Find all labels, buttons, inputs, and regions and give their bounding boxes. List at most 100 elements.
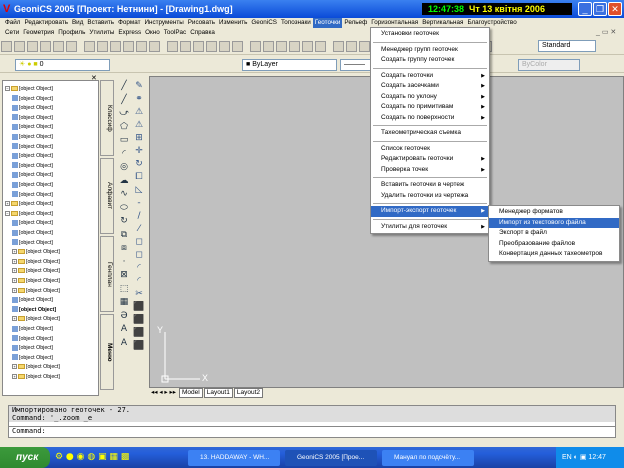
toolbar-button-icon[interactable] [333,41,344,52]
menu-1[interactable]: Редактировать [22,18,70,28]
modify-tool-icon[interactable]: ◻ [133,249,145,261]
modify-tool-icon[interactable]: ⬛ [133,314,145,326]
tree-item[interactable]: [object Object] [12,335,53,345]
menu-item[interactable]: Установки геоточек [371,29,489,40]
menu2-6[interactable]: ToolPac [162,28,188,38]
project-tree-panel[interactable]: − [object Object] [object Object] [object O… [2,80,99,396]
draw-tool-icon[interactable]: ⤻ [118,107,130,119]
tree-item[interactable]: + [object Object] [12,258,60,268]
task-winamp[interactable]: 13. HADDAWAY - WH... [188,450,280,466]
toolbar-button-icon[interactable] [167,41,178,52]
toolbar-button-icon[interactable] [149,41,160,52]
draw-tool-icon[interactable]: A [118,337,130,349]
menu-7[interactable]: Изменить [217,18,249,28]
close-button[interactable]: ✕ [608,2,622,16]
tab-1[interactable]: Алфавит [100,158,114,234]
toolbar-button-icon[interactable] [180,41,191,52]
menu-6[interactable]: Рисовать [186,18,217,28]
draw-tool-icon[interactable]: ☁ [118,175,130,187]
menu-item[interactable]: Создать по уклону ▶ [371,92,489,103]
tree-item[interactable]: + [object Object] [12,373,60,383]
modify-tool-icon[interactable]: ◺ [133,184,145,196]
quick-launch-icons[interactable]: ⚙ ● ◉ ◍ ▣ ▦ ▩ [55,452,129,462]
tree-item[interactable]: + [object Object] [12,277,60,287]
language-indicator[interactable]: EN [562,454,572,461]
start-button[interactable]: пуск [0,447,50,468]
menu-item[interactable]: Экспорт в файл [489,228,619,239]
draw-tool-icon[interactable]: ↻ [118,215,130,227]
menu-item[interactable]: Импорт-экспорт геоточек ▶ [371,206,489,217]
modify-tool-icon[interactable]: ✛ [133,145,145,157]
menu-item[interactable]: Создать по примитивам ▶ [371,102,489,113]
tree-item[interactable]: + [object Object] [5,200,53,210]
menu-item[interactable]: Преобразование файлов [489,239,619,250]
expand-toggle-icon[interactable]: − [5,86,10,92]
expand-toggle-icon[interactable]: + [12,249,17,255]
toolbar-button-icon[interactable] [193,41,204,52]
layer-select[interactable]: ☀ ● ■ 0 [15,59,110,71]
menu2-7[interactable]: Справка [188,28,217,38]
modify-tool-icon[interactable]: ◻ [133,236,145,248]
menu2-3[interactable]: Утилиты [87,28,116,38]
menu2-1[interactable]: Геометрия [21,28,56,38]
draw-tool-icon[interactable]: ⬭ [118,202,130,214]
doc-window-controls[interactable]: _ ▭ ✕ [596,28,616,36]
toolbar-button-icon[interactable] [53,41,64,52]
expand-toggle-icon[interactable]: + [12,316,17,322]
expand-toggle-icon[interactable]: + [5,201,10,207]
toolbar-button-icon[interactable] [110,41,121,52]
modify-tool-icon[interactable]: ↻ [133,158,145,170]
expand-toggle-icon[interactable]: + [12,374,17,380]
menu-item[interactable]: Менеджер форматов [489,207,619,218]
tree-item[interactable]: [object Object] [12,239,53,249]
tree-item[interactable]: [object Object] [12,143,53,153]
tree-item[interactable]: [object Object] [12,325,53,335]
tree-item[interactable]: + [object Object] [12,363,60,373]
tree-item[interactable]: [object Object] [12,123,53,133]
modify-tool-icon[interactable]: ◜ [133,262,145,274]
tree-item[interactable]: [object Object] [12,152,53,162]
menu-item[interactable]: Создать засечками ▶ [371,81,489,92]
modify-tool-icon[interactable]: ⁄ [133,223,145,235]
tab-layout2[interactable]: Layout2 [233,388,263,398]
menu-item[interactable]: Удалить геоточки из чертежа [371,191,489,202]
toolbar-button-icon[interactable] [302,41,313,52]
modify-tool-icon[interactable]: ⚠ [133,119,145,131]
tree-item[interactable]: [object Object] [12,114,53,124]
modify-tool-icon[interactable]: ⊞ [133,132,145,144]
modify-tool-icon[interactable]: ⬛ [133,301,145,313]
tree-item[interactable]: [object Object] [12,171,53,181]
modify-tool-icon[interactable]: ⬛ [133,327,145,339]
toolbar-button-icon[interactable] [206,41,217,52]
draw-tool-icon[interactable]: ⧉ [118,229,130,241]
toolbar-button-icon[interactable] [315,41,326,52]
menu-item[interactable]: Конвертация данных тахеометров [489,249,619,260]
menu-9[interactable]: Топознаки [279,18,313,28]
menu-11[interactable]: Рельеф [342,18,369,28]
modify-tool-icon[interactable]: ⚠ [133,106,145,118]
menu-item[interactable]: Создать группу геоточек [371,55,489,66]
panel-close-icon[interactable]: ✕ [91,74,97,82]
modify-tool-icon[interactable]: ◜ [133,275,145,287]
toolbar-button-icon[interactable] [123,41,134,52]
tree-item[interactable]: [object Object] [12,95,53,105]
menu-item[interactable]: Создать по поверхности ▶ [371,113,489,124]
menu-5[interactable]: Инструменты [142,18,185,28]
toolbar-button-icon[interactable] [66,41,77,52]
draw-tool-icon[interactable]: ▭ [118,134,130,146]
menu2-4[interactable]: Express [116,28,143,38]
tree-item[interactable]: [object Object] [12,344,53,354]
menu-4[interactable]: Формат [116,18,142,28]
menu-item[interactable]: Вставить геоточки в чертеж [371,180,489,191]
draw-tool-icon[interactable]: ⧈ [118,242,130,254]
menu-item[interactable]: Редактировать геоточки ▶ [371,154,489,165]
tree-item[interactable]: [object Object] [12,219,53,229]
toolbar-button-icon[interactable] [136,41,147,52]
expand-toggle-icon[interactable]: − [5,210,10,216]
toolbar-button-icon[interactable] [27,41,38,52]
menu2-2[interactable]: Профиль [56,28,87,38]
tree-item[interactable]: [object Object] [12,181,53,191]
menu2-5[interactable]: Окно [143,28,162,38]
draw-tool-icon[interactable]: ⊠ [118,269,130,281]
draw-tool-icon[interactable]: A [118,323,130,335]
